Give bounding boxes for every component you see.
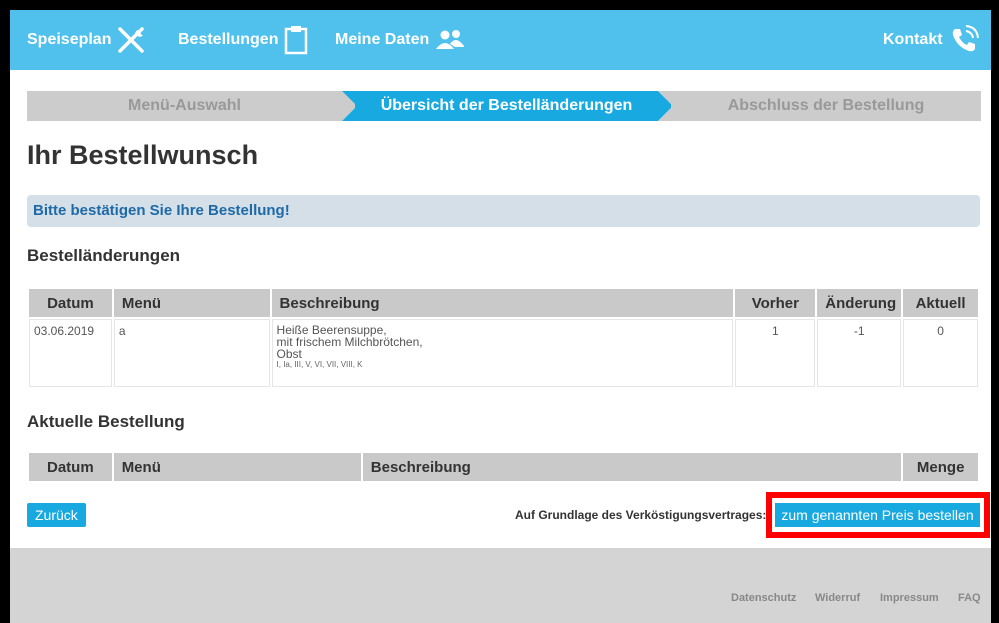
footer-impressum[interactable]: Impressum: [880, 592, 939, 604]
nav-bestellungen-label: Bestellungen: [178, 31, 279, 48]
current-heading: Aktuelle Bestellung: [27, 412, 185, 431]
nav-bestellungen[interactable]: Bestellungen: [178, 10, 308, 70]
col-datum: Datum: [29, 289, 112, 317]
nav-kontakt[interactable]: Kontakt: [883, 10, 979, 70]
current-table: Datum Menü Beschreibung Menge: [27, 451, 980, 483]
top-navbar: Speiseplan Bestellungen Meine Daten Kont…: [10, 10, 991, 70]
changes-header-row: Datum Menü Beschreibung Vorher Änderung …: [29, 289, 978, 317]
step-abschluss-label: Abschluss der Bestellung: [727, 97, 925, 114]
footer-faq[interactable]: FAQ: [958, 592, 981, 604]
col-aenderung: Änderung: [817, 289, 902, 317]
cell-aktuell: 0: [903, 319, 978, 387]
phone-icon: [949, 25, 979, 55]
contract-label: Auf Grundlage des Verköstigungsvertrages…: [515, 508, 767, 522]
footer-datenschutz[interactable]: Datenschutz: [731, 592, 796, 604]
col-aktuell: Aktuell: [903, 289, 978, 317]
allergens: I, Ia, III, V, VI, VII, VIII, K: [276, 360, 363, 369]
nav-kontakt-label: Kontakt: [883, 31, 943, 48]
changes-heading: Bestelländerungen: [27, 246, 181, 265]
step-abschluss: Abschluss der Bestellung: [671, 91, 981, 121]
cell-vorher: 1: [735, 319, 816, 387]
step-menu-auswahl: Menü-Auswahl: [27, 91, 342, 121]
col-beschreibung: Beschreibung: [362, 453, 902, 481]
step-uebersicht: Übersicht der Bestelländerungen: [355, 91, 658, 121]
page-title: Ihr Bestellwunsch: [27, 140, 259, 170]
desc-line: Obst: [276, 347, 302, 361]
desc-line: mit frischem Milchbrötchen,: [276, 335, 423, 349]
cell-menu: a: [113, 319, 270, 387]
footer-widerruf[interactable]: Widerruf: [815, 592, 860, 604]
back-button[interactable]: Zurück: [27, 503, 86, 527]
col-menu: Menü: [113, 289, 270, 317]
clipboard-icon: [284, 25, 308, 55]
cell-beschreibung: Heiße Beerensuppe, mit frischem Milchbrö…: [271, 319, 734, 387]
col-vorher: Vorher: [735, 289, 816, 317]
nav-meine-daten-label: Meine Daten: [335, 31, 430, 48]
nav-speiseplan-label: Speiseplan: [27, 31, 112, 48]
col-datum: Datum: [29, 453, 112, 481]
step-uebersicht-label: Übersicht der Bestelländerungen: [380, 97, 633, 114]
col-beschreibung: Beschreibung: [271, 289, 734, 317]
table-row: 03.06.2019 a Heiße Beerensuppe, mit fris…: [29, 319, 978, 387]
page-frame: Speiseplan Bestellungen Meine Daten Kont…: [10, 10, 991, 623]
footer: Datenschutz Widerruf Impressum FAQ: [10, 548, 991, 623]
nav-speiseplan[interactable]: Speiseplan: [27, 10, 145, 70]
cell-datum: 03.06.2019: [29, 319, 112, 387]
cell-aenderung: -1: [817, 319, 902, 387]
col-menu: Menü: [113, 453, 361, 481]
cutlery-icon: [117, 27, 145, 53]
users-icon: [435, 29, 465, 51]
changes-table: Datum Menü Beschreibung Vorher Änderung …: [27, 287, 980, 389]
confirm-alert: Bitte bestätigen Sie Ihre Bestellung!: [27, 195, 980, 227]
order-button[interactable]: zum genannten Preis bestellen: [775, 503, 980, 527]
step-menu-auswahl-label: Menü-Auswahl: [128, 97, 241, 114]
current-header-row: Datum Menü Beschreibung Menge: [29, 453, 978, 481]
nav-meine-daten[interactable]: Meine Daten: [335, 10, 465, 70]
col-menge: Menge: [903, 453, 978, 481]
